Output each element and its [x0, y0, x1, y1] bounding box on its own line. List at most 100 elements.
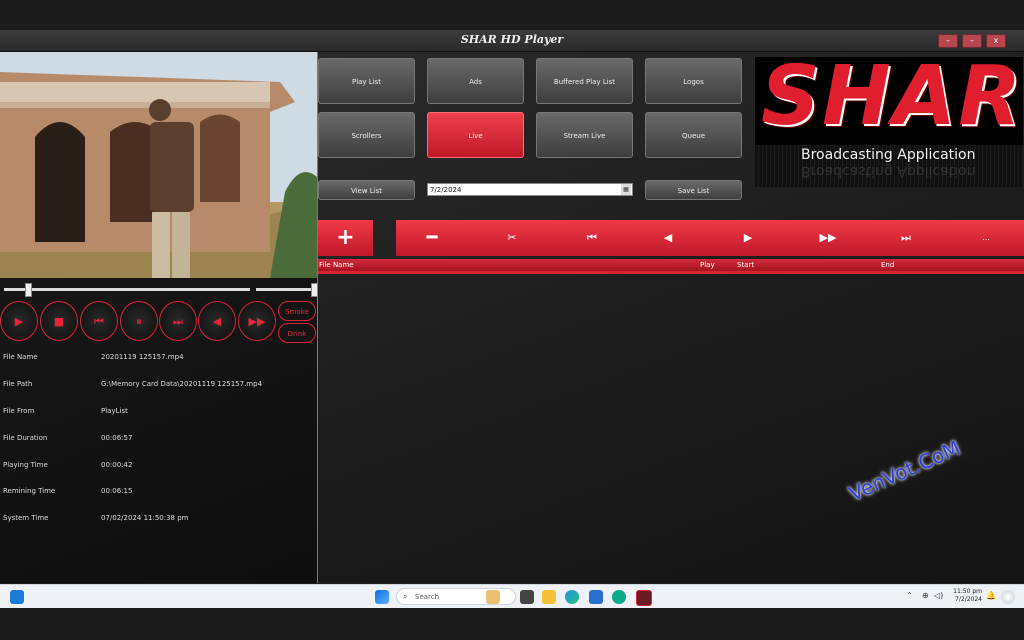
shar-logo: SHAR Broadcasting Application Broadcasti… [755, 57, 1023, 187]
column-file-name[interactable]: File Name [319, 261, 354, 269]
playback-controls: ▶ ■ ⏮ ⏸ ⏭ ◀ ▶▶ Smoke Drink [0, 301, 317, 343]
video-frame-image [0, 52, 317, 278]
notification-icon[interactable]: 🔔 [986, 591, 996, 600]
seek-handle[interactable] [25, 283, 32, 297]
playlist-body[interactable] [318, 274, 1024, 583]
store-icon[interactable] [589, 590, 603, 604]
file-path-value: G:\Memory Card Data\20201119 125157.mp4 [101, 380, 263, 388]
fast-forward-icon: ▶▶ [819, 231, 837, 244]
fast-forward-icon: ▶▶ [248, 315, 266, 328]
play-selected-button[interactable]: ▶ [728, 220, 768, 256]
play-icon: ▶ [14, 315, 24, 328]
buffered-playlist-button[interactable]: Buffered Play List [536, 58, 633, 104]
skip-forward-icon: ⏭ [901, 231, 911, 244]
screen-top-border [0, 0, 1024, 30]
previous-button[interactable]: ⏮ [80, 301, 118, 341]
pause-button[interactable]: ⏸ [120, 301, 158, 341]
volume-bar[interactable] [256, 288, 314, 291]
rewind-icon: ◀ [663, 231, 673, 244]
playing-time-value: 00:00:42 [101, 461, 133, 469]
stream-live-button[interactable]: Stream Live [536, 112, 633, 158]
move-down-button[interactable]: ▶▶ [808, 220, 848, 256]
drink-button[interactable]: Drink [278, 323, 316, 343]
shar-player-taskbar-icon[interactable] [636, 590, 652, 606]
file-from-value: PlayList [101, 407, 128, 415]
ads-button[interactable]: Ads [427, 58, 524, 104]
stop-button[interactable]: ■ [40, 301, 78, 341]
volume-icon[interactable]: ◁) [934, 591, 943, 600]
rewind-button[interactable]: ◀ [198, 301, 236, 341]
shuffle-icon: ✂ [507, 231, 517, 244]
restore-button[interactable]: – [962, 34, 982, 48]
clock-time: 11:50 pm [953, 588, 982, 595]
skip-forward-icon: ⏭ [173, 315, 183, 328]
stop-icon: ■ [53, 315, 65, 328]
first-button[interactable]: ⏮ [572, 220, 612, 256]
file-from-label: File From [3, 407, 35, 415]
last-button[interactable]: ⏭ [886, 220, 926, 256]
add-file-button[interactable]: + [318, 220, 373, 256]
seek-bar[interactable] [4, 288, 250, 291]
logo-name: SHAR [761, 57, 1023, 144]
fast-forward-button[interactable]: ▶▶ [238, 301, 276, 341]
queue-button[interactable]: Queue [645, 112, 742, 158]
play-button[interactable]: ▶ [0, 301, 38, 341]
column-start[interactable]: Start [737, 261, 754, 269]
volume-handle[interactable] [311, 283, 318, 297]
playing-time-label: Playing Time [3, 461, 48, 469]
playlist-toolbar: ━ ✂ ⏮ ◀ ▶ ▶▶ ⏭ ... [396, 220, 1024, 256]
file-path-label: File Path [3, 380, 33, 388]
network-icon[interactable]: ⊕ [922, 591, 929, 600]
copilot-icon[interactable] [1001, 590, 1015, 604]
play-icon: ▶ [743, 231, 753, 244]
app-icon[interactable] [612, 590, 626, 604]
file-duration-value: 00:06:57 [101, 434, 133, 442]
file-name-label: File Name [3, 353, 38, 361]
playlist-button[interactable]: Play List [318, 58, 415, 104]
more-button[interactable]: ... [966, 220, 1006, 256]
system-time-label: System Time [3, 514, 49, 522]
title-bar: SHAR HD Player – – x [0, 30, 1024, 52]
rewind-icon: ◀ [212, 315, 222, 328]
task-view-icon[interactable] [520, 590, 534, 604]
edge-icon[interactable] [565, 590, 579, 604]
next-button[interactable]: ⏭ [159, 301, 197, 341]
remaining-time-label: Remining Time [3, 487, 56, 495]
playlist-header: File Name Play Start End [318, 259, 1024, 274]
logo-subtitle: Broadcasting Application [801, 147, 976, 163]
screen-bottom-border [0, 608, 1024, 640]
remaining-time-value: 00:06:15 [101, 487, 133, 495]
search-icon: ⌕ [403, 592, 408, 601]
scrollers-button[interactable]: Scrollers [318, 112, 415, 158]
column-play[interactable]: Play [700, 261, 715, 269]
minimize-button[interactable]: – [938, 34, 958, 48]
close-button[interactable]: x [986, 34, 1006, 48]
widgets-icon[interactable] [10, 590, 24, 604]
chevron-up-icon[interactable]: ⌃ [906, 591, 913, 600]
live-button[interactable]: Live [427, 112, 524, 158]
column-end[interactable]: End [881, 261, 894, 269]
skip-back-icon: ⏮ [94, 315, 104, 328]
remove-file-button[interactable]: ━ [412, 220, 452, 256]
move-up-button[interactable]: ◀ [648, 220, 688, 256]
skip-back-icon: ⏮ [587, 231, 597, 244]
save-list-button[interactable]: Save List [645, 180, 742, 200]
date-picker-input[interactable]: 7/2/2024 [427, 183, 633, 196]
start-icon[interactable] [375, 590, 389, 604]
view-list-button[interactable]: View List [318, 180, 415, 200]
file-name-value: 20201119 125157.mp4 [101, 353, 184, 361]
window-title: SHAR HD Player [460, 33, 564, 46]
system-time-value: 07/02/2024 11:50:38 pm [101, 514, 189, 522]
file-explorer-icon[interactable] [542, 590, 556, 604]
shuffle-button[interactable]: ✂ [492, 220, 532, 256]
logos-button[interactable]: Logos [645, 58, 742, 104]
playlist-panel: Play List Ads Buffered Play List Logos S… [318, 52, 1024, 583]
file-duration-label: File Duration [3, 434, 48, 442]
calendar-icon[interactable]: ▦ [621, 184, 631, 195]
taskbar-clock[interactable]: 11:50 pm 7/2/2024 [946, 588, 982, 604]
smoke-button[interactable]: Smoke [278, 301, 316, 321]
video-preview [0, 52, 317, 278]
player-panel: ▶ ■ ⏮ ⏸ ⏭ ◀ ▶▶ Smoke Drink File Name 202… [0, 52, 318, 583]
windows-taskbar: Search ⌕ ⌃ ⊕ ◁) 11:50 pm 7/2/2024 🔔 [0, 584, 1024, 609]
minus-icon: ━ [426, 227, 438, 248]
